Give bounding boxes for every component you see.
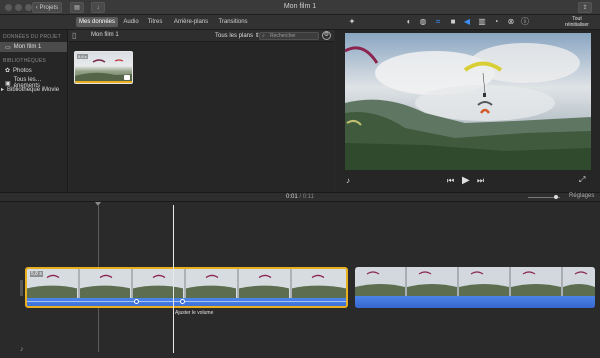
share-button[interactable]: ⇪ xyxy=(578,2,592,13)
timeline-header: 0:01 / 0:11 Réglages xyxy=(0,192,600,202)
disclosure-triangle-icon: ▸ xyxy=(1,87,5,93)
microphone-icon[interactable]: ♪ xyxy=(346,176,350,185)
volume-icon[interactable]: ◀ xyxy=(462,17,472,27)
used-in-project-bar xyxy=(75,81,132,83)
tab-my-media[interactable]: Mes données xyxy=(76,17,118,27)
thumbnail-duration: 5,8 s xyxy=(77,54,88,59)
film-icon: ▭ xyxy=(5,44,11,51)
noise-reduction-icon[interactable]: ▥ xyxy=(477,17,487,27)
clip-1-audio[interactable] xyxy=(27,298,346,306)
sidebar-item-imovie-library[interactable]: ▸ Bibliothèque iMovie xyxy=(1,86,59,94)
media-thumbnail[interactable]: 5,8 s xyxy=(74,51,133,84)
browser-toolbar: ▯ Mon film 1 Tous les plans ⇕ ⌕ Recherch… xyxy=(69,30,334,42)
reset-all-button[interactable]: Tout réinitialiser xyxy=(560,16,594,28)
tab-transitions[interactable]: Transitions xyxy=(216,17,250,27)
libraries-section-header: BIBLIOTHÈQUES xyxy=(3,58,46,64)
timecode: 0:01 / 0:11 xyxy=(286,194,314,200)
share-icon: ⇪ xyxy=(582,5,588,11)
clip-badge-icon xyxy=(124,75,130,80)
play-button[interactable]: ▶ xyxy=(462,175,470,186)
playhead[interactable] xyxy=(173,205,174,353)
volume-keyframe[interactable] xyxy=(134,299,139,304)
sidebar-toggle-icon[interactable]: ▯ xyxy=(72,31,76,40)
timeline-clip-1[interactable]: 5,8 s xyxy=(25,267,348,308)
timeline-clip-2[interactable] xyxy=(355,267,595,308)
info-icon[interactable]: ⓘ xyxy=(520,17,530,27)
skip-forward-button[interactable]: ⏭ xyxy=(477,176,484,186)
fullscreen-icon[interactable]: ⤢ xyxy=(579,175,585,185)
tab-backgrounds[interactable]: Arrière-plans xyxy=(170,17,212,27)
sidebar-item-photos[interactable]: ✿ Photos xyxy=(5,67,32,75)
tab-titles[interactable]: Titres xyxy=(144,17,166,27)
volume-line[interactable] xyxy=(27,301,346,302)
paragliding-scene xyxy=(345,33,591,170)
clip-1-duration: 5,8 s xyxy=(30,271,43,277)
timeline-left-handle[interactable] xyxy=(20,280,23,296)
settings-button[interactable]: Réglages xyxy=(569,193,594,199)
search-icon: ⌕ xyxy=(262,33,265,39)
viewer: ♪ ⏮ ▶ ⏭ ⤢ xyxy=(335,30,600,192)
skip-back-button[interactable]: ⏮ xyxy=(447,176,454,186)
clip-1-filmstrip xyxy=(27,269,346,298)
photos-icon: ✿ xyxy=(5,68,11,74)
toolbar: Mes données Audio Titres Arrière-plans T… xyxy=(0,15,600,30)
window-title: Mon film 1 xyxy=(283,3,317,10)
volume-tooltip: Ajuster le volume xyxy=(175,310,214,316)
stabilization-icon[interactable]: ■ xyxy=(448,17,458,27)
clip-filter-select[interactable]: Tous les plans ⇕ xyxy=(215,32,260,39)
video-preview xyxy=(345,33,591,170)
color-correction-icon[interactable]: ◍ xyxy=(418,17,428,27)
media-browser: ▯ Mon film 1 Tous les plans ⇕ ⌕ Recherch… xyxy=(69,30,334,192)
clip-2-filmstrip xyxy=(355,267,595,296)
clip-filter-icon[interactable]: ⊗ xyxy=(506,17,516,27)
zoom-slider-knob[interactable] xyxy=(554,195,558,199)
tab-audio[interactable]: Audio xyxy=(120,17,142,27)
title-bar: ‹ Projets ▤ ↓ Mon film 1 ⇪ xyxy=(0,0,600,15)
clip-2-audio[interactable] xyxy=(355,296,595,308)
search-input[interactable]: ⌕ Rechercher xyxy=(259,32,319,40)
speed-icon[interactable]: ◔ xyxy=(491,17,501,27)
settings-gear-icon[interactable]: ⚙ xyxy=(322,31,331,40)
browser-title: Mon film 1 xyxy=(91,32,119,38)
volume-keyframe[interactable] xyxy=(180,299,185,304)
sidebar-item-project[interactable]: ▭ Mon film 1 xyxy=(0,42,67,52)
color-balance-icon[interactable]: ◐ xyxy=(404,17,414,27)
sidebar: DONNÉES DU PROJET ▭ Mon film 1 BIBLIOTHÈQ… xyxy=(0,30,68,192)
project-section-header: DONNÉES DU PROJET xyxy=(3,34,61,40)
microphone-icon[interactable]: ♪ xyxy=(20,346,24,353)
crop-icon[interactable]: ⌗ xyxy=(433,17,443,27)
magic-wand-icon[interactable]: ✦ xyxy=(347,17,357,27)
